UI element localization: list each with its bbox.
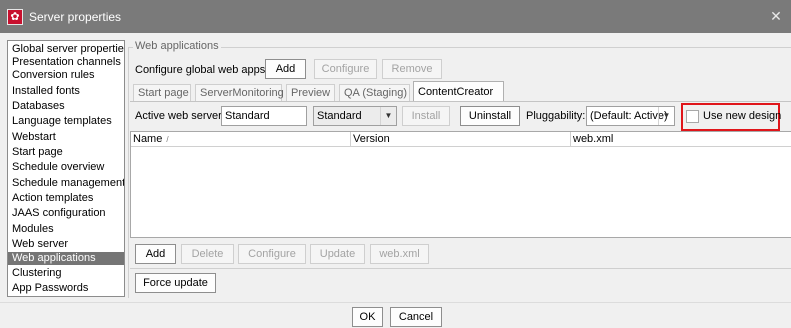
column-header-name[interactable]: Name /	[131, 132, 351, 147]
nav-item-app-passwords[interactable]: App Passwords	[8, 282, 124, 295]
window-title: Server properties	[29, 10, 122, 24]
web-server-select-value: Standard	[317, 110, 362, 122]
window-titlebar: ✿ Server properties ✕	[0, 0, 791, 33]
nav-item-language-templates[interactable]: Language templates	[8, 115, 124, 128]
nav-item-start-page[interactable]: Start page	[8, 146, 124, 159]
uninstall-button[interactable]: Uninstall	[460, 106, 520, 126]
tab-start-page[interactable]: Start page	[133, 84, 191, 102]
nav-item-modules[interactable]: Modules	[8, 223, 124, 236]
group-title: Web applications	[133, 40, 221, 52]
active-web-server-field[interactable]: Standard	[221, 106, 307, 126]
column-header-webxml[interactable]: web.xml	[571, 132, 791, 147]
install-button[interactable]: Install	[402, 106, 450, 126]
app-configure-button[interactable]: Configure	[238, 244, 306, 264]
active-web-server-label: Active web server:	[135, 110, 225, 122]
nav-item-web-server[interactable]: Web server	[8, 238, 124, 251]
chevron-down-icon: ▼	[380, 107, 396, 125]
app-webxml-button[interactable]: web.xml	[370, 244, 429, 264]
use-new-design-checkbox[interactable]	[686, 110, 699, 123]
settings-nav-list: Global server properties Presentation ch…	[7, 40, 125, 297]
nav-item-action-templates[interactable]: Action templates	[8, 192, 124, 205]
ok-button[interactable]: OK	[352, 307, 383, 327]
use-new-design-label[interactable]: Use new design	[703, 110, 781, 122]
column-header-version[interactable]: Version	[351, 132, 571, 147]
tab-preview[interactable]: Preview	[286, 84, 335, 102]
sort-arrow-icon: /	[166, 135, 169, 144]
nav-item-global-server-properties[interactable]: Global server properties	[8, 43, 124, 56]
close-icon[interactable]: ✕	[761, 0, 791, 33]
app-add-button[interactable]: Add	[135, 244, 176, 264]
chevron-down-icon: ▼	[658, 107, 674, 125]
pluggability-select[interactable]: (Default: Active) ▼	[586, 106, 675, 126]
tab-content-border	[130, 101, 791, 102]
nav-item-databases[interactable]: Databases	[8, 100, 124, 113]
global-web-apps-label: Configure global web apps:	[135, 64, 269, 76]
cancel-button[interactable]: Cancel	[390, 307, 442, 327]
nav-item-installed-fonts[interactable]: Installed fonts	[8, 85, 124, 98]
nav-item-presentation-channels[interactable]: Presentation channels	[8, 56, 124, 69]
nav-item-clustering[interactable]: Clustering	[8, 267, 124, 280]
app-delete-button[interactable]: Delete	[181, 244, 234, 264]
nav-item-jaas-configuration[interactable]: JAAS configuration	[8, 207, 124, 220]
tab-server-monitoring[interactable]: ServerMonitoring	[195, 84, 284, 102]
global-configure-button[interactable]: Configure	[314, 59, 377, 79]
pluggability-label: Pluggability:	[526, 110, 586, 122]
nav-item-conversion-rules[interactable]: Conversion rules	[8, 69, 124, 82]
nav-item-webstart[interactable]: Webstart	[8, 131, 124, 144]
global-remove-button[interactable]: Remove	[382, 59, 442, 79]
pluggability-select-value: (Default: Active)	[590, 110, 668, 122]
tab-qa-staging[interactable]: QA (Staging)	[339, 84, 410, 102]
app-update-button[interactable]: Update	[310, 244, 365, 264]
force-update-button[interactable]: Force update	[135, 273, 216, 293]
webapp-table: Name / Version web.xml	[130, 131, 791, 238]
web-server-select[interactable]: Standard ▼	[313, 106, 397, 126]
nav-item-schedule-management[interactable]: Schedule management	[8, 177, 124, 190]
footer-separator	[0, 302, 791, 303]
tab-content-creator[interactable]: ContentCreator	[413, 81, 504, 102]
gear-icon: ✿	[7, 9, 23, 25]
nav-item-web-applications[interactable]: Web applications	[8, 252, 124, 265]
global-add-button[interactable]: Add	[265, 59, 306, 79]
separator	[130, 268, 791, 269]
nav-item-schedule-overview[interactable]: Schedule overview	[8, 161, 124, 174]
